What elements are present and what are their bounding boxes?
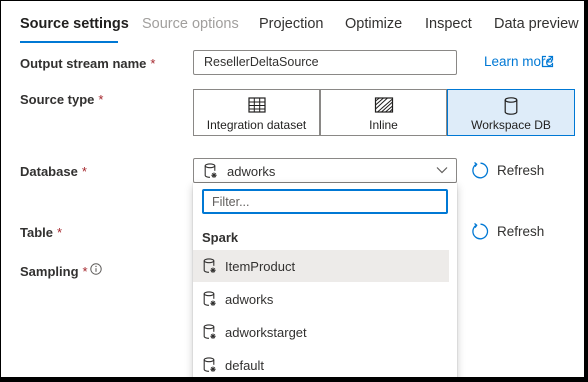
source-settings-panel: Source settings Source options Projectio… — [1, 1, 584, 377]
required-mark: * — [82, 264, 88, 279]
database-icon — [504, 97, 518, 115]
output-stream-name-input[interactable]: ResellerDeltaSource — [193, 50, 457, 75]
spark-database-icon — [203, 291, 216, 306]
refresh-icon — [472, 222, 489, 240]
tab-bar: Source settings Source options Projectio… — [1, 1, 584, 45]
source-type-integration-dataset[interactable]: Integration dataset — [193, 89, 320, 136]
table-icon — [247, 97, 266, 113]
refresh-icon — [472, 161, 489, 179]
tab-source-settings[interactable]: Source settings — [20, 16, 129, 32]
external-link-icon[interactable] — [541, 55, 554, 68]
spark-database-icon — [203, 324, 216, 339]
tab-inspect[interactable]: Inspect — [425, 16, 472, 32]
chevron-down-icon — [436, 167, 448, 174]
info-icon[interactable] — [90, 263, 102, 275]
source-type-label: Source type * — [20, 92, 104, 107]
source-type-inline[interactable]: Inline — [320, 89, 447, 136]
option-adworkstarget[interactable]: adworkstarget — [193, 316, 449, 348]
sampling-label: Sampling * — [20, 264, 88, 279]
source-type-workspace-db[interactable]: Workspace DB — [447, 89, 575, 136]
option-label: adworkstarget — [225, 325, 307, 340]
database-selected-value: adworks — [227, 164, 276, 179]
option-label: ItemProduct — [225, 259, 296, 274]
active-tab-indicator — [20, 41, 118, 43]
tab-projection[interactable]: Projection — [259, 16, 323, 32]
option-itemproduct[interactable]: ItemProduct — [193, 250, 449, 282]
database-label: Database * — [20, 164, 87, 179]
refresh-label: Refresh — [497, 224, 545, 239]
tab-source-options[interactable]: Source options — [142, 16, 239, 32]
option-default[interactable]: default — [193, 349, 449, 377]
spark-database-icon — [203, 258, 216, 273]
filter-input[interactable]: Filter... — [202, 189, 448, 214]
required-mark: * — [81, 164, 87, 179]
spark-database-icon — [204, 163, 217, 178]
required-mark: * — [150, 56, 156, 71]
option-label: adworks — [225, 292, 274, 307]
table-label: Table * — [20, 225, 63, 240]
database-dropdown-list: Filter... Spark ItemProduct adworks adwo… — [193, 183, 457, 377]
database-dropdown[interactable]: adworks — [193, 158, 457, 183]
tab-optimize[interactable]: Optimize — [345, 16, 402, 32]
source-type-option-label: Workspace DB — [471, 118, 551, 132]
source-type-option-label: Inline — [369, 118, 398, 132]
hatch-icon — [374, 97, 393, 113]
required-mark: * — [98, 92, 104, 107]
output-stream-label: Output stream name * — [20, 56, 156, 71]
spark-database-icon — [203, 357, 216, 372]
source-type-option-label: Integration dataset — [206, 118, 307, 132]
refresh-label: Refresh — [497, 163, 545, 178]
option-adworks[interactable]: adworks — [193, 283, 449, 315]
group-header-spark: Spark — [202, 230, 239, 245]
required-mark: * — [57, 225, 63, 240]
tab-data-preview[interactable]: Data preview — [494, 16, 579, 32]
option-label: default — [225, 358, 265, 373]
